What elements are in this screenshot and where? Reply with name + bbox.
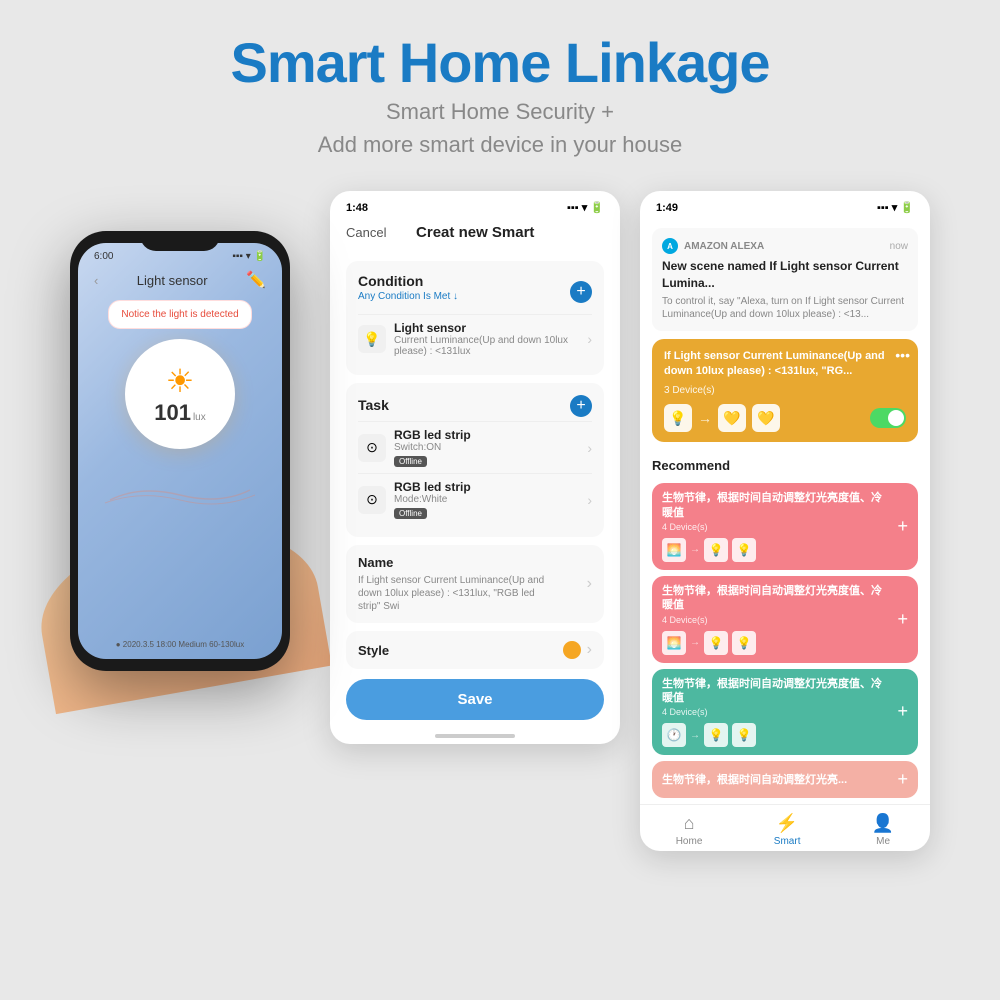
- main-title: Smart Home Linkage: [0, 30, 1000, 95]
- content-area: 6:00 ▪▪▪ ▾ 🔋 ‹ Light sensor ✏️ Notice th…: [0, 181, 1000, 851]
- phone-left: 6:00 ▪▪▪ ▾ 🔋 ‹ Light sensor ✏️ Notice th…: [70, 231, 310, 671]
- rgb-strip-icon-1: ⊙: [358, 434, 386, 462]
- screenshot-middle: 1:48 ▪▪▪ ▾ 🔋 Cancel Creat new Smart Cond…: [330, 191, 620, 744]
- more-options-button[interactable]: •••: [895, 347, 910, 363]
- sun-icon: ☀: [166, 362, 195, 400]
- save-button[interactable]: Save: [346, 679, 604, 720]
- arrow-icon: →: [690, 544, 700, 555]
- add-scene-button[interactable]: +: [897, 609, 908, 630]
- home-icon: ⌂: [684, 813, 695, 834]
- nav-smart[interactable]: ⚡ Smart: [774, 813, 801, 847]
- home-indicator: [330, 734, 620, 744]
- nav-home[interactable]: ⌂ Home: [676, 813, 703, 847]
- chevron-right-icon: ›: [587, 440, 592, 456]
- sensor-device-icon: 💡: [664, 404, 692, 432]
- add-condition-button[interactable]: +: [570, 281, 592, 303]
- cancel-button[interactable]: Cancel: [346, 225, 386, 240]
- add-task-button[interactable]: +: [570, 395, 592, 417]
- style-section[interactable]: Style ›: [346, 631, 604, 669]
- bottom-navigation: ⌂ Home ⚡ Smart 👤 Me: [640, 804, 930, 851]
- rec-light-icon-2: 💡: [732, 631, 756, 655]
- active-scene-card[interactable]: If Light sensor Current Luminance(Up and…: [652, 339, 918, 443]
- phone-title-bar: ‹ Light sensor ✏️: [78, 266, 282, 294]
- chevron-right-icon: ›: [587, 641, 592, 659]
- style-color-dot: [563, 641, 581, 659]
- scene-toggle[interactable]: [870, 408, 906, 428]
- phone-notification-area: Notice the light is detected: [92, 300, 268, 329]
- rec-light-icon-2: 💡: [732, 723, 756, 747]
- add-scene-button[interactable]: +: [897, 701, 908, 722]
- nav-me[interactable]: 👤 Me: [872, 813, 894, 847]
- condition-section: Condition Any Condition Is Met ↓ + 💡 Lig…: [346, 261, 604, 375]
- phone-notch: [140, 231, 220, 251]
- ss-status-bar: 1:48 ▪▪▪ ▾ 🔋: [330, 191, 620, 220]
- ss-screen-title: Creat new Smart: [416, 224, 534, 241]
- lux-display: ☀ 101 lux: [125, 339, 235, 449]
- task-item-2[interactable]: ⊙ RGB led strip Mode:White Offline ›: [358, 473, 592, 525]
- subtitle: Smart Home Security + Add more smart dev…: [0, 95, 1000, 161]
- phone-mockup: 6:00 ▪▪▪ ▾ 🔋 ‹ Light sensor ✏️ Notice th…: [70, 231, 290, 671]
- task-item-1[interactable]: ⊙ RGB led strip Switch:ON Offline ›: [358, 421, 592, 473]
- offline-badge-2: Offline: [394, 508, 427, 519]
- light-device-icon-2: 💛: [752, 404, 780, 432]
- arrow-icon: →: [690, 730, 700, 741]
- condition-item[interactable]: 💡 Light sensor Current Luminance(Up and …: [358, 314, 592, 363]
- rgb-strip-icon-2: ⊙: [358, 486, 386, 514]
- chevron-right-icon: ›: [587, 575, 592, 593]
- alexa-icon: A: [662, 238, 678, 254]
- chevron-right-icon: ›: [587, 331, 592, 347]
- rec-card-3[interactable]: 生物节律，根据时间自动调整灯光亮度值、冷暖值 4 Device(s) 🕐 → 💡…: [652, 669, 918, 756]
- name-section[interactable]: Name If Light sensor Current Luminance(U…: [346, 545, 604, 623]
- ripple-decoration: [78, 459, 282, 516]
- add-scene-button[interactable]: +: [897, 769, 908, 790]
- light-device-icon-1: 💛: [718, 404, 746, 432]
- recommend-title: Recommend: [640, 450, 930, 477]
- rec-light-icon-1: 💡: [704, 631, 728, 655]
- phone-notification: Notice the light is detected: [108, 300, 252, 329]
- alexa-notification: A AMAZON ALEXA now New scene named If Li…: [652, 228, 918, 331]
- offline-badge-1: Offline: [394, 456, 427, 467]
- rec-light-icon-1: 💡: [704, 723, 728, 747]
- chevron-right-icon: ›: [587, 492, 592, 508]
- rec-light-icon-1: 💡: [704, 538, 728, 562]
- ss-nav-header: Cancel Creat new Smart: [330, 220, 620, 253]
- profile-icon: 👤: [872, 813, 894, 834]
- arrow-icon: →: [698, 410, 712, 426]
- screenshot-right: 1:49 ▪▪▪ ▾ 🔋 A AMAZON ALEXA now New scen…: [640, 191, 930, 851]
- rec-card-1[interactable]: 生物节律，根据时间自动调整灯光亮度值、冷暖值 4 Device(s) 🌅 → 💡…: [652, 483, 918, 570]
- phone-footer: ● 2020.3.5 18:00 Medium 60-130lux: [78, 640, 282, 649]
- rs-status-bar: 1:49 ▪▪▪ ▾ 🔋: [640, 191, 930, 220]
- rec-clock-icon: 🕐: [662, 723, 686, 747]
- task-section: Task + ⊙ RGB led strip Switch:ON Offline…: [346, 383, 604, 537]
- rec-device-icon: 🌅: [662, 631, 686, 655]
- rec-card-4[interactable]: 生物节律，根据时间自动调整灯光亮... +: [652, 761, 918, 798]
- rec-light-icon-2: 💡: [732, 538, 756, 562]
- smart-icon: ⚡: [776, 813, 798, 834]
- add-scene-button[interactable]: +: [897, 516, 908, 537]
- light-sensor-icon: 💡: [358, 325, 386, 353]
- page-header: Smart Home Linkage Smart Home Security +…: [0, 0, 1000, 181]
- rec-device-icon: 🌅: [662, 538, 686, 562]
- rec-card-2[interactable]: 生物节律，根据时间自动调整灯光亮度值、冷暖值 4 Device(s) 🌅 → 💡…: [652, 576, 918, 663]
- arrow-icon: →: [690, 637, 700, 648]
- phone-screen: 6:00 ▪▪▪ ▾ 🔋 ‹ Light sensor ✏️ Notice th…: [78, 243, 282, 659]
